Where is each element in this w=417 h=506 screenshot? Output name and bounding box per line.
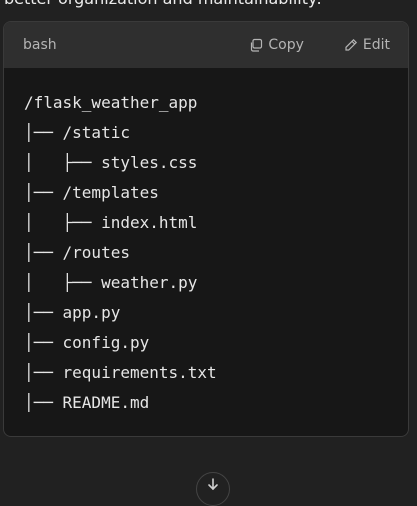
code-content: /flask_weather_app │── /static │ ├── style…: [4, 68, 408, 418]
preceding-text: better organization and maintainability:: [0, 0, 417, 9]
code-line: │ ├── index.html: [24, 213, 198, 232]
copy-icon: [251, 38, 263, 52]
code-line: │ ├── styles.css: [24, 153, 198, 172]
pencil-icon: [345, 38, 357, 51]
code-line: │ ├── weather.py: [24, 273, 198, 292]
code-line: │── config.py: [24, 333, 150, 352]
code-line: │── /static: [24, 123, 130, 142]
copy-button[interactable]: Copy: [249, 37, 304, 53]
code-line: /flask_weather_app: [24, 93, 198, 112]
code-line: │── app.py: [24, 303, 121, 322]
code-block: bash Copy Edit /flask_weather_app │── /st…: [3, 21, 409, 437]
code-line: │── README.md: [24, 393, 150, 412]
code-line: │── /templates: [24, 183, 159, 202]
arrow-down-icon: [208, 478, 218, 491]
edit-button-label: Edit: [362, 37, 390, 53]
edit-button[interactable]: Edit: [344, 37, 390, 53]
code-language-label: bash: [23, 37, 57, 53]
code-line: │── requirements.txt: [24, 363, 217, 382]
code-block-header: bash Copy Edit: [4, 22, 408, 68]
code-line: │── /routes: [24, 243, 130, 262]
scroll-down-button[interactable]: [196, 472, 230, 506]
copy-button-label: Copy: [268, 37, 304, 53]
